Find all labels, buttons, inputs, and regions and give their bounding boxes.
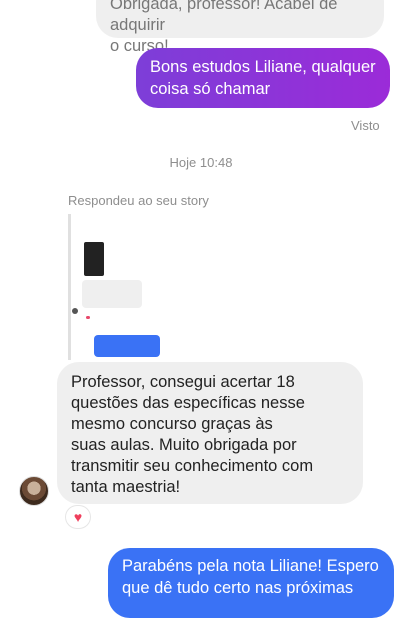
message-text: Professor, consegui acertar 18: [71, 373, 295, 391]
story-incoming-bubble: [82, 280, 142, 308]
story-heart-icon: [86, 316, 90, 319]
message-text: transmitir seu conhecimento com: [71, 457, 314, 475]
message-text: tanta maestria!: [71, 478, 181, 496]
story-reply-label: Respondeu ao seu story: [68, 193, 209, 208]
incoming-message-top: Obrigada, professor! Acabei de adquirir …: [96, 0, 384, 55]
incoming-message: Professor, consegui acertar 18 questões …: [57, 362, 363, 504]
message-text: mesmo concurso graças às: [71, 415, 273, 433]
message-text: Parabéns pela nota Liliane! Espero: [122, 557, 379, 575]
timestamp: Hoje 10:48: [169, 155, 233, 170]
message-text: Obrigada, professor! Acabei de adquirir: [110, 0, 338, 34]
story-image: [84, 242, 104, 276]
story-avatar: [72, 308, 78, 314]
message-text: coisa só chamar: [150, 80, 271, 98]
avatar[interactable]: [19, 476, 49, 506]
outgoing-message-bottom: Parabéns pela nota Liliane! Espero que d…: [108, 548, 394, 618]
story-reply-bar: [68, 214, 71, 360]
story-thumbnail[interactable]: [72, 222, 174, 362]
heart-reaction-icon[interactable]: ♥: [66, 506, 90, 528]
message-text: questões das específicas nesse: [71, 394, 305, 412]
message-text: suas aulas. Muito obrigada por: [71, 436, 297, 454]
message-text: Bons estudos Liliane, qualquer: [150, 58, 376, 76]
story-outgoing-bubble: [94, 335, 160, 357]
outgoing-message: Bons estudos Liliane, qualquer coisa só …: [136, 48, 390, 108]
message-text: que dê tudo certo nas próximas: [122, 579, 354, 597]
seen-status: Visto: [351, 118, 380, 133]
